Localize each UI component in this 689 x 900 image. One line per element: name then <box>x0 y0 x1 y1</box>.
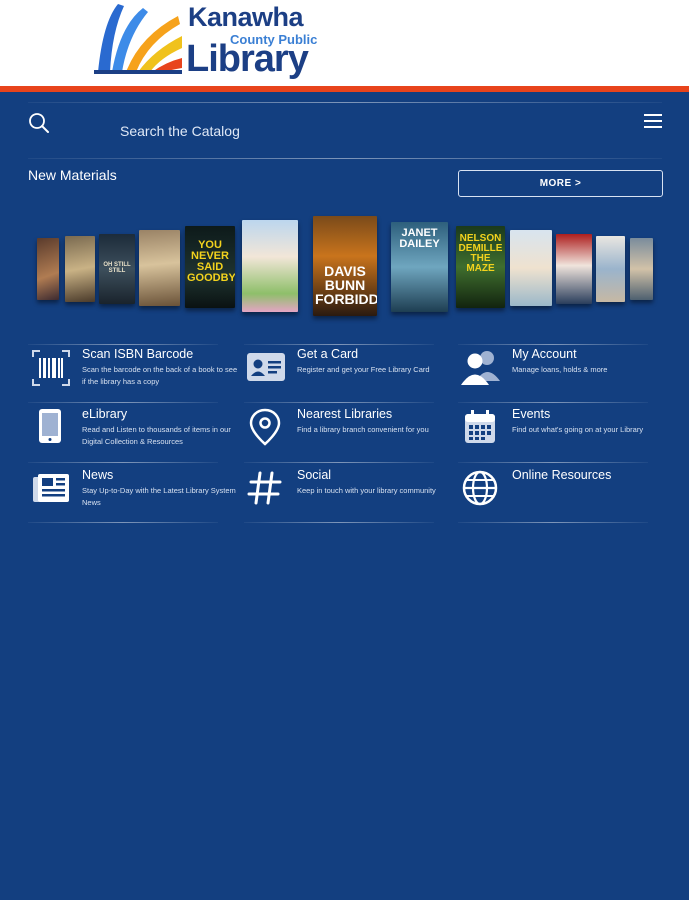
logo-sunburst-icon <box>94 4 182 74</box>
tile-description: Register and get your Free Library Card <box>297 365 430 374</box>
logo-name-line3: Library <box>186 38 309 80</box>
row-divider <box>244 402 434 403</box>
tile-description: Stay Up-to-Day with the Latest Library S… <box>82 486 236 507</box>
main-panel: New Materials MORE > OH STILL STILL YOU … <box>0 92 689 900</box>
app-header: Kanawha County Public Library <box>0 0 689 86</box>
tile-description: Keep in touch with your library communit… <box>297 486 436 495</box>
book-title: JANET DAILEY <box>399 227 440 250</box>
tile-title: Social <box>297 468 332 482</box>
tile-title: My Account <box>512 347 577 361</box>
tile-online-resources[interactable]: Online Resources <box>460 468 675 528</box>
tile-title: Get a Card <box>297 347 359 361</box>
row-divider <box>458 522 648 523</box>
row-divider <box>244 462 434 463</box>
search-input[interactable] <box>120 120 580 142</box>
tile-description: Find out what's going on at your Library <box>512 425 644 434</box>
book-cover[interactable] <box>65 236 95 302</box>
users-icon <box>461 351 500 385</box>
tile-title: Scan ISBN Barcode <box>82 347 194 361</box>
tablet-icon <box>39 409 61 443</box>
barcode-icon <box>32 350 70 386</box>
tile-description: Scan the barcode on the back of a book t… <box>82 365 238 386</box>
tile-nearest-libraries[interactable]: Nearest Libraries Find a library branch … <box>245 407 460 467</box>
row-divider <box>244 522 434 523</box>
logo-name-line1: Kanawha <box>188 2 304 32</box>
book-cover[interactable]: DAVIS BUNN FORBIDDEN <box>313 216 377 316</box>
book-title: DAVIS BUNN FORBIDDEN <box>315 263 377 307</box>
newspaper-icon <box>33 474 69 502</box>
tile-title: Nearest Libraries <box>297 407 393 421</box>
book-cover[interactable] <box>139 230 180 306</box>
id-card-icon <box>247 353 285 381</box>
book-cover[interactable]: YOU NEVER SAID GOODBYE <box>185 226 235 308</box>
row-divider <box>28 344 218 345</box>
location-pin-icon <box>249 408 281 446</box>
search-divider <box>28 158 662 159</box>
tile-description: Read and Listen to thousands of items in… <box>82 425 231 446</box>
tile-title: eLibrary <box>82 407 128 421</box>
hamburger-menu-icon[interactable] <box>644 114 664 130</box>
book-cover[interactable] <box>510 230 552 306</box>
book-title: NELSON DEMILLE THE MAZE <box>458 233 503 274</box>
row-divider <box>458 344 648 345</box>
hashtag-icon <box>247 471 282 505</box>
row-divider <box>28 402 218 403</box>
tile-description: Find a library branch convenient for you <box>297 425 429 434</box>
book-cover[interactable] <box>242 220 298 312</box>
tile-get-card[interactable]: Get a Card Register and get your Free Li… <box>245 347 460 407</box>
row-divider <box>28 522 218 523</box>
tile-my-account[interactable]: My Account Manage loans, holds & more <box>460 347 675 407</box>
row-divider <box>28 462 218 463</box>
new-materials-title: New Materials <box>28 167 117 183</box>
tile-events[interactable]: Events Find out what's going on at your … <box>460 407 675 467</box>
tile-news[interactable]: News Stay Up-to-Day with the Latest Libr… <box>30 468 245 528</box>
book-cover[interactable] <box>630 238 653 300</box>
book-cover[interactable]: OH STILL STILL <box>99 234 135 304</box>
more-button[interactable]: MORE > <box>458 170 663 197</box>
book-cover[interactable] <box>556 234 592 304</box>
tile-title: News <box>82 468 114 482</box>
tile-elibrary[interactable]: eLibrary Read and Listen to thousands of… <box>30 407 245 467</box>
library-logo[interactable]: Kanawha County Public Library <box>88 2 338 82</box>
tile-scan-isbn[interactable]: Scan ISBN Barcode Scan the barcode on th… <box>30 347 245 407</box>
row-divider <box>458 462 648 463</box>
row-divider <box>244 344 434 345</box>
globe-icon <box>462 470 498 506</box>
calendar-icon <box>465 410 495 443</box>
book-title: YOU NEVER SAID GOODBYE <box>187 239 235 284</box>
search-icon[interactable] <box>28 112 50 134</box>
book-cover[interactable]: NELSON DEMILLE THE MAZE <box>456 226 505 308</box>
top-divider <box>28 102 662 103</box>
book-cover[interactable] <box>596 236 625 302</box>
tile-title: Online Resources <box>512 468 612 482</box>
book-title: OH STILL STILL <box>103 262 131 274</box>
book-cover[interactable] <box>37 238 59 300</box>
new-materials-carousel[interactable]: OH STILL STILL YOU NEVER SAID GOODBYE DA… <box>0 212 689 322</box>
tile-social[interactable]: Social Keep in touch with your library c… <box>245 468 460 528</box>
tile-title: Events <box>512 407 551 421</box>
tile-description: Manage loans, holds & more <box>512 365 608 374</box>
book-cover[interactable]: JANET DAILEY <box>391 222 448 312</box>
row-divider <box>458 402 648 403</box>
